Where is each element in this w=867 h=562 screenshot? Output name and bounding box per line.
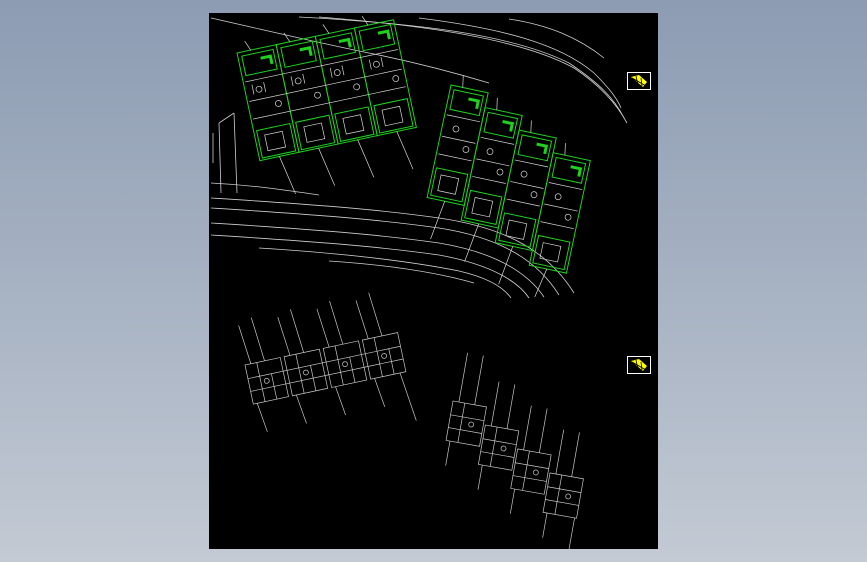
house-block-upper-right	[426, 75, 591, 298]
cad-viewport[interactable]	[209, 13, 658, 549]
north-arrow-icon[interactable]	[626, 71, 652, 91]
north-arrow-glyph	[628, 73, 650, 89]
site-plan-drawing	[210, 15, 628, 549]
north-arrow-glyph	[628, 357, 650, 373]
house-block-upper-left	[236, 15, 417, 195]
floor-plan-lower-right	[445, 352, 584, 549]
north-arrow-icon[interactable]	[626, 355, 652, 375]
floor-plan-lower-left	[238, 292, 417, 432]
